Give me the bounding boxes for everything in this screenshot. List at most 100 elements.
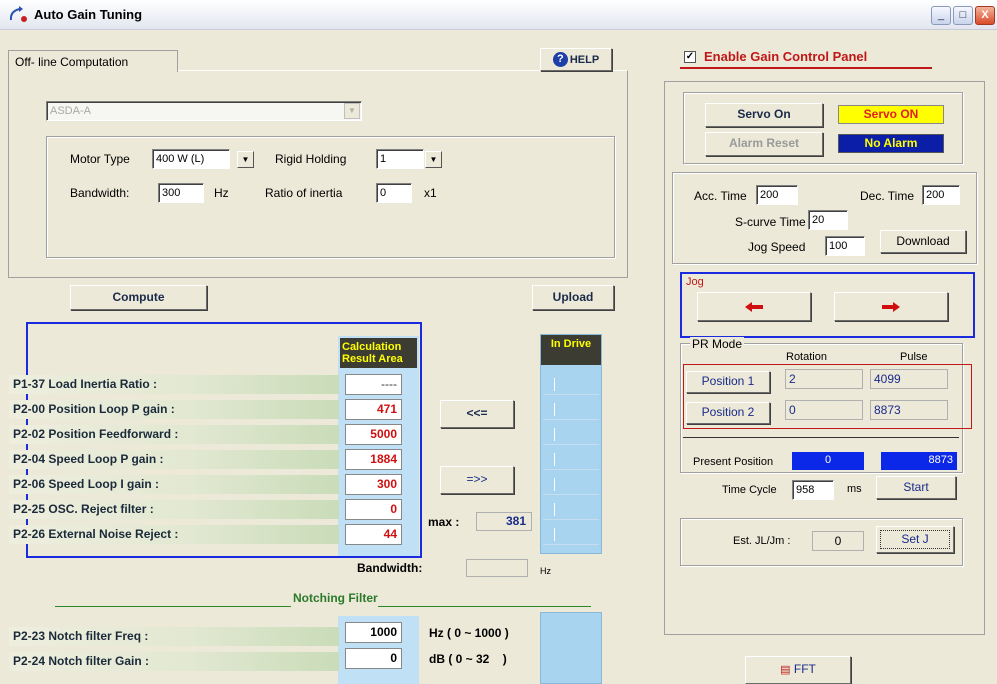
fft-button[interactable]: ▤ FFT xyxy=(745,656,851,684)
jog-speed-input[interactable]: 100 xyxy=(825,236,865,256)
scurve-time-value: 20 xyxy=(812,214,825,226)
bandwidth-value: 300 xyxy=(162,187,181,199)
alarm-reset-label: Alarm Reset xyxy=(728,136,800,150)
position-1-label: Position 1 xyxy=(701,374,755,388)
copy-to-calc-button[interactable]: <<= xyxy=(440,400,514,428)
maximize-button[interactable]: □ xyxy=(953,6,973,25)
param-row: P2-25 OSC. Reject filter : xyxy=(9,500,339,519)
ratio-inertia-input[interactable]: 0 xyxy=(376,183,412,203)
download-button[interactable]: Download xyxy=(880,230,966,253)
max-label: max : xyxy=(428,515,460,529)
minimize-button[interactable]: _ xyxy=(931,6,951,25)
notch-filter-title: Notching Filter xyxy=(293,591,378,605)
enable-underline xyxy=(680,67,932,69)
ratio-inertia-value: 0 xyxy=(380,187,387,199)
set-j-button[interactable]: Set J xyxy=(876,526,954,553)
time-cycle-input[interactable]: 958 xyxy=(792,480,834,500)
close-icon: X xyxy=(981,9,989,21)
maximize-icon: □ xyxy=(959,9,967,21)
help-icon: ? xyxy=(552,52,568,68)
chevron-down-icon[interactable]: ▼ xyxy=(237,151,254,168)
motor-type-value: 400 W (L) xyxy=(156,153,205,165)
position-2-pulse[interactable]: 8873 xyxy=(870,400,948,420)
time-cycle-unit: ms xyxy=(847,483,862,495)
present-pulse-value: 8873 xyxy=(881,452,957,470)
arrow-right-icon xyxy=(882,302,900,312)
auto-gain-tuning-window: Auto Gain Tuning _ □ X Off- line Computa… xyxy=(0,0,997,684)
scurve-time-input[interactable]: 20 xyxy=(808,210,848,230)
alarm-reset-button[interactable]: Alarm Reset xyxy=(705,132,823,156)
enable-gain-checkbox-row[interactable]: ✓ Enable Gain Control Panel xyxy=(680,47,932,69)
pulse-header: Pulse xyxy=(900,351,928,363)
jog-speed-label: Jog Speed xyxy=(748,240,806,254)
notch-freq-input[interactable]: 1000 xyxy=(345,622,402,643)
time-cycle-label: Time Cycle xyxy=(722,484,777,496)
rotation-header: Rotation xyxy=(786,351,827,363)
enable-gain-checkbox[interactable]: ✓ xyxy=(684,51,696,63)
est-jl-value: 0 xyxy=(812,531,864,551)
servo-on-label: Servo On xyxy=(737,107,791,121)
servo-on-button[interactable]: Servo On xyxy=(705,103,823,127)
present-rotation-value: 0 xyxy=(792,452,864,470)
dec-time-input[interactable]: 200 xyxy=(922,185,960,205)
close-button[interactable]: X xyxy=(975,6,995,25)
position-1-button[interactable]: Position 1 xyxy=(686,371,770,393)
chevron-down-icon[interactable]: ▼ xyxy=(344,103,360,119)
param-row: P2-06 Speed Loop I gain : xyxy=(9,475,339,494)
result-value: 300 xyxy=(345,474,402,495)
acc-time-input[interactable]: 200 xyxy=(756,185,798,205)
upload-label: Upload xyxy=(552,290,594,304)
rigid-holding-select[interactable]: 1 xyxy=(376,149,424,169)
scurve-time-label: S-curve Time xyxy=(735,215,806,229)
model-select[interactable]: ASDA-A xyxy=(46,101,362,121)
pr-divider xyxy=(683,437,959,438)
result-value: 471 xyxy=(345,399,402,420)
minimize-icon: _ xyxy=(937,9,945,21)
compute-button[interactable]: Compute xyxy=(70,285,207,310)
position-2-button[interactable]: Position 2 xyxy=(686,402,770,424)
notch-freq-range: Hz ( 0 ~ 1000 ) xyxy=(429,626,509,640)
title-bar[interactable]: Auto Gain Tuning _ □ X xyxy=(0,0,997,30)
chevron-down-icon[interactable]: ▼ xyxy=(425,151,442,168)
help-label: HELP xyxy=(569,53,600,66)
rigid-holding-label: Rigid Holding xyxy=(275,152,347,166)
bandwidth-input[interactable]: 300 xyxy=(158,183,204,203)
ratio-inertia-label: Ratio of inertia xyxy=(265,186,343,200)
time-cycle-value: 958 xyxy=(796,484,815,496)
jog-right-button[interactable] xyxy=(834,292,948,321)
param-row: P2-00 Position Loop P gain : xyxy=(9,400,339,419)
tab-offline-computation[interactable]: Off- line Computation xyxy=(8,50,178,72)
servo-status: Servo ON xyxy=(838,105,944,124)
notch-gain-input[interactable]: 0 xyxy=(345,648,402,669)
notch-drive-column xyxy=(540,612,602,684)
result-value: 44 xyxy=(345,524,402,545)
jog-title: Jog xyxy=(686,276,704,288)
upload-button[interactable]: Upload xyxy=(532,285,614,310)
drive-value xyxy=(543,474,599,495)
position-1-pulse[interactable]: 4099 xyxy=(870,369,948,389)
jog-left-button[interactable] xyxy=(697,292,811,321)
drive-value xyxy=(543,374,599,395)
param-row: P2-02 Position Feedforward : xyxy=(9,425,339,444)
copy-to-calc-label: <<= xyxy=(466,406,488,420)
compute-label: Compute xyxy=(112,290,165,304)
start-button[interactable]: Start xyxy=(876,476,956,499)
drive-value xyxy=(543,424,599,445)
help-button[interactable]: ? HELP xyxy=(540,48,612,71)
drive-value xyxy=(543,449,599,470)
bandwidth-unit: Hz xyxy=(214,186,229,200)
app-icon xyxy=(9,6,27,22)
tab-label: Off- line Computation xyxy=(15,55,129,69)
fft-label: FFT xyxy=(793,662,816,676)
position-1-rotation[interactable]: 2 xyxy=(785,369,863,389)
rigid-holding-value: 1 xyxy=(380,153,387,165)
acc-time-label: Acc. Time xyxy=(694,189,747,203)
motor-type-select[interactable]: 400 W (L) xyxy=(152,149,230,169)
fft-icon: ▤ xyxy=(780,664,791,676)
copy-to-drive-button[interactable]: =>> xyxy=(440,466,514,494)
notch-divider-left xyxy=(55,606,291,607)
position-2-rotation[interactable]: 0 xyxy=(785,400,863,420)
est-jl-label: Est. JL/Jm : xyxy=(733,535,791,547)
enable-gain-label: Enable Gain Control Panel xyxy=(704,49,868,64)
jog-speed-value: 100 xyxy=(829,240,848,252)
